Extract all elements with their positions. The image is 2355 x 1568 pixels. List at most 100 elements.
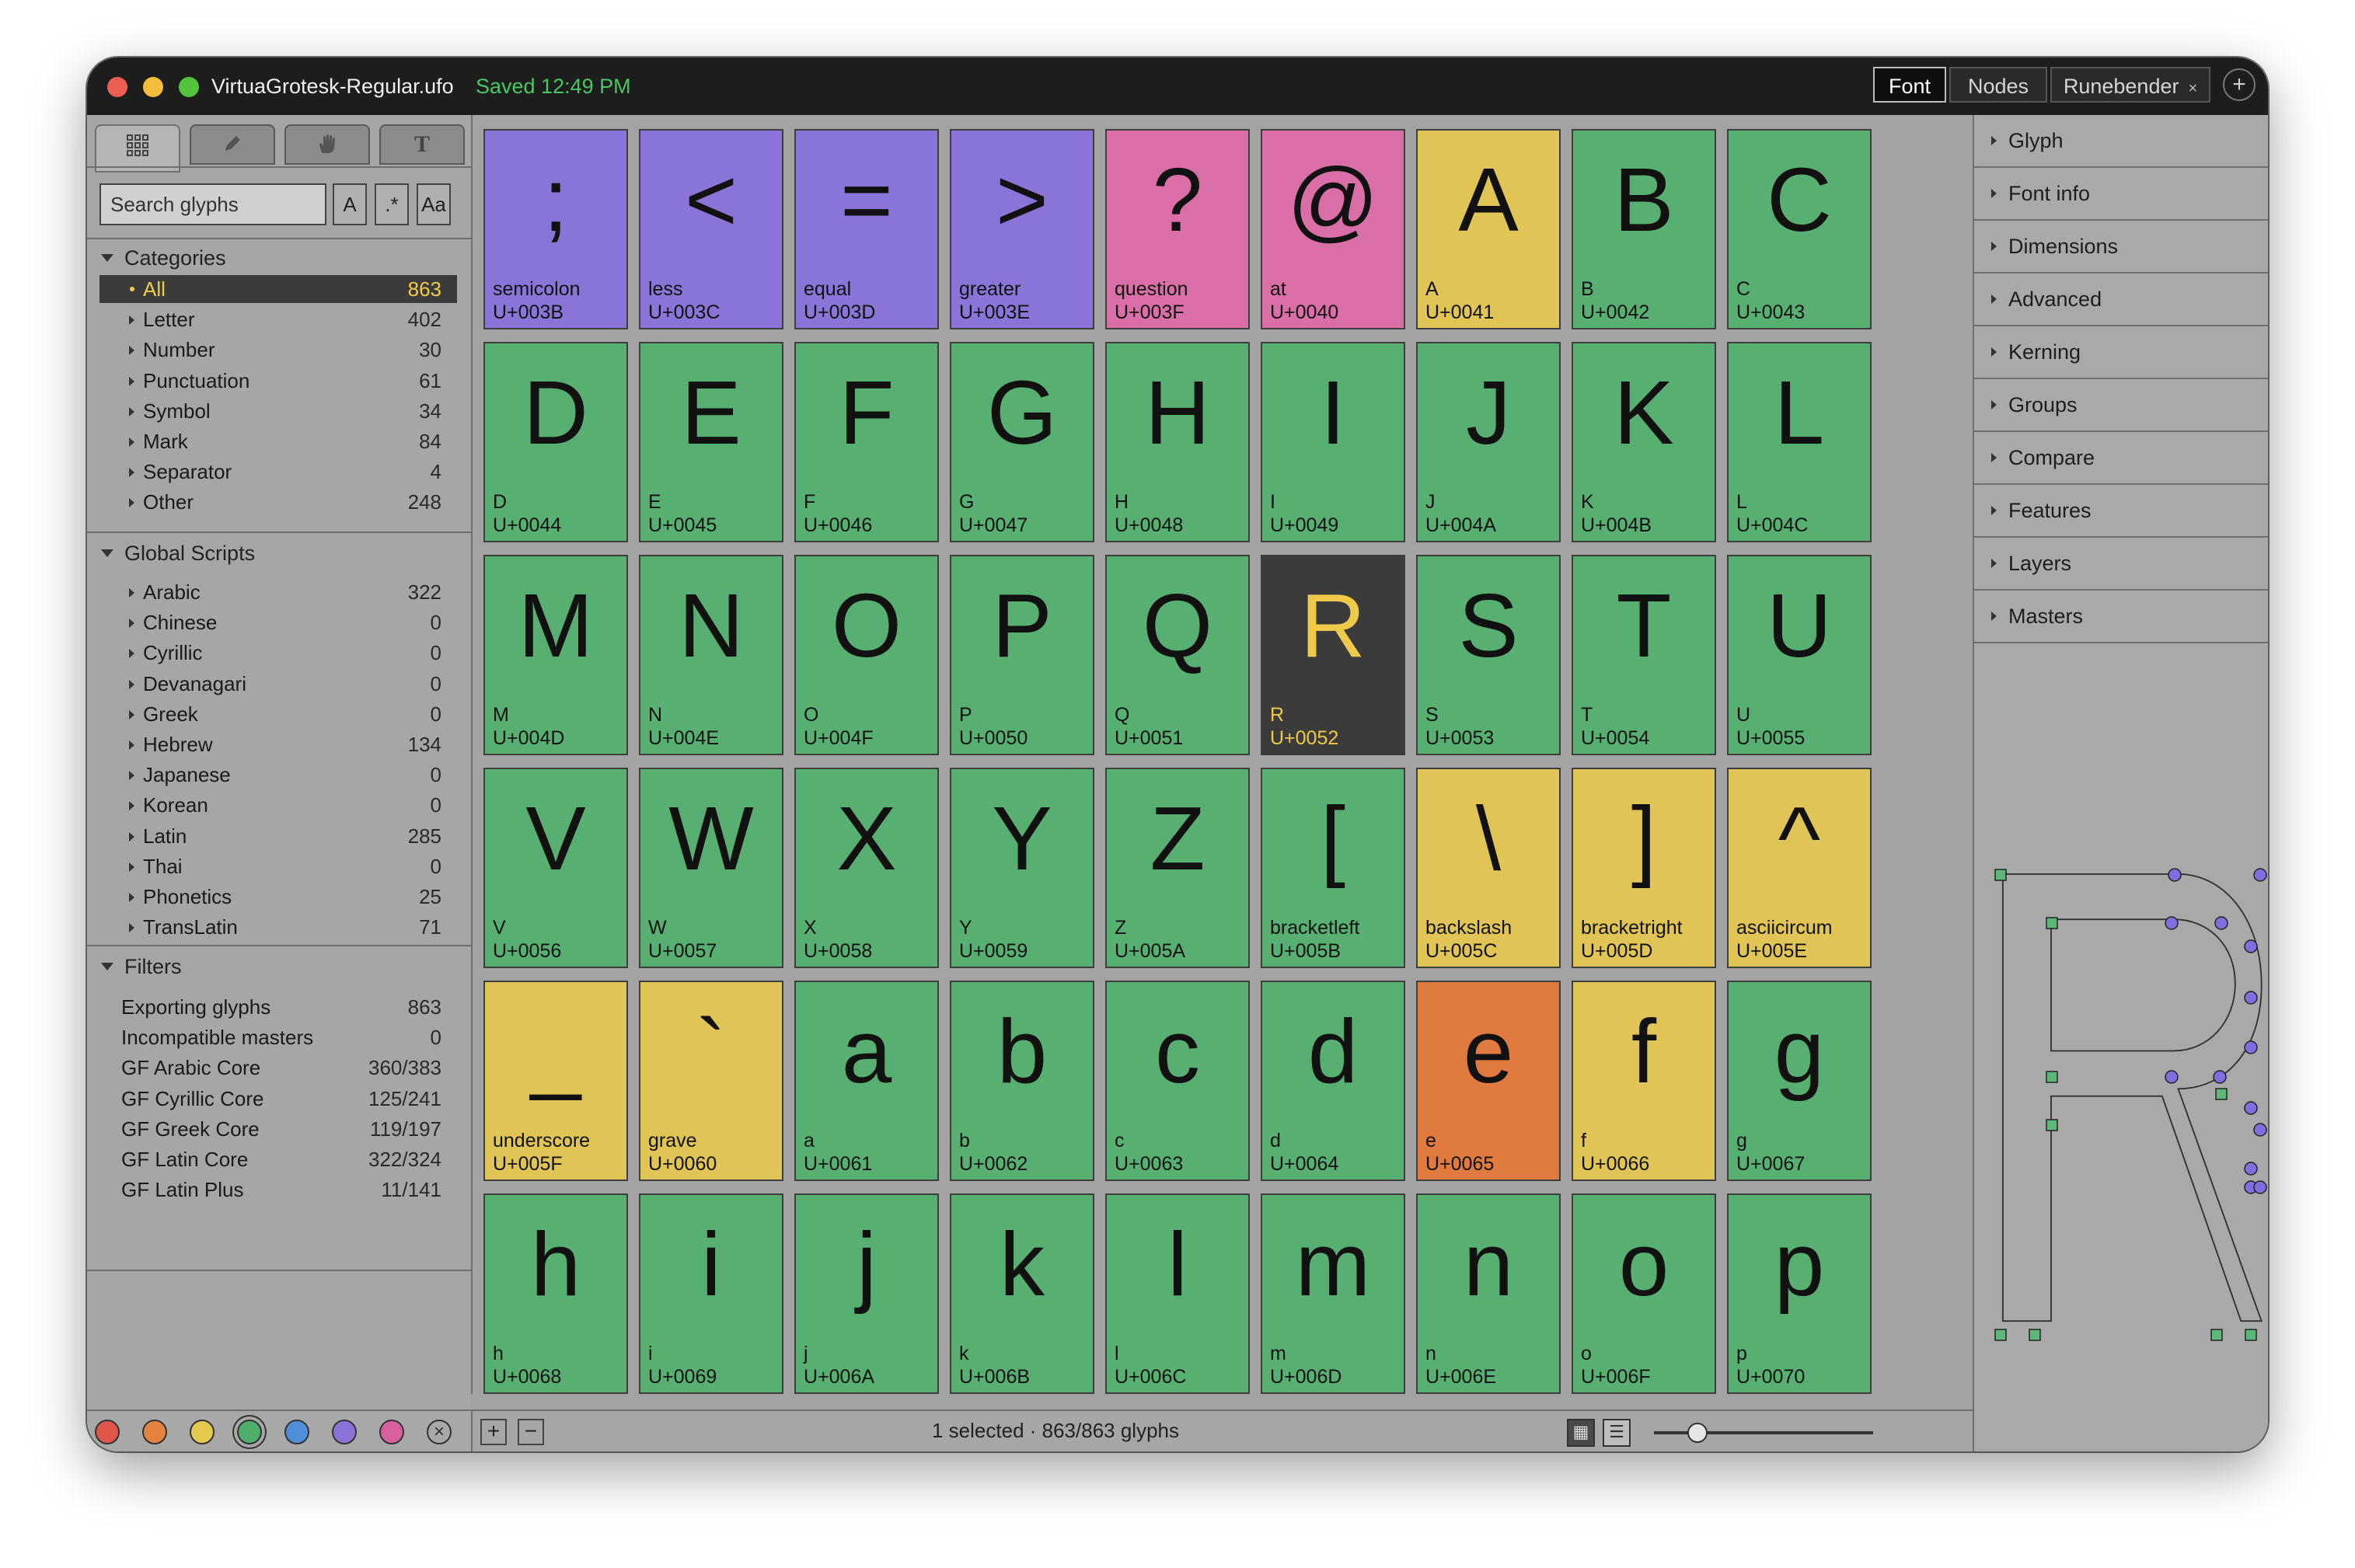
minimize-window-button[interactable] (143, 77, 163, 97)
glyph-cell[interactable]: i i U+0069 (639, 1193, 783, 1394)
off-curve-point[interactable] (2213, 1070, 2227, 1084)
glyph-cell[interactable]: W W U+0057 (639, 768, 783, 968)
new-tab-button[interactable]: + (2223, 68, 2256, 101)
glyph-cell[interactable]: T T U+0054 (1572, 555, 1716, 755)
glyph-cell[interactable]: m m U+006D (1261, 1193, 1405, 1394)
sidebar-item-cyrillic[interactable]: Cyrillic 0 (99, 639, 457, 667)
glyph-cell[interactable]: M M U+004D (483, 555, 628, 755)
sidebar-item-devanagari[interactable]: Devanagari 0 (99, 670, 457, 698)
glyph-cell[interactable]: ` grave U+0060 (639, 981, 783, 1181)
sidebar-item-all[interactable]: All 863 (99, 275, 457, 303)
close-window-button[interactable] (107, 77, 127, 97)
color-swatch[interactable] (379, 1420, 404, 1444)
color-swatch[interactable] (237, 1420, 262, 1444)
glyph-cell[interactable]: S S U+0053 (1416, 555, 1561, 755)
clear-x-icon[interactable]: × (427, 1420, 452, 1444)
glyph-cell[interactable]: E E U+0045 (639, 342, 783, 542)
glyph-cell[interactable]: P P U+0050 (950, 555, 1094, 755)
glyph-cell[interactable]: _ underscore U+005F (483, 981, 628, 1181)
glyph-cell[interactable]: ] bracketright U+005D (1572, 768, 1716, 968)
glyph-cell[interactable]: @ at U+0040 (1261, 129, 1405, 329)
color-swatch[interactable] (95, 1420, 120, 1444)
inspector-section-font-info[interactable]: Font info (1974, 168, 2268, 221)
on-curve-point[interactable] (2046, 917, 2058, 929)
glyph-cell[interactable]: U U U+0055 (1727, 555, 1872, 755)
sidebar-item-arabic[interactable]: Arabic 322 (99, 578, 457, 606)
sidebar-item-phonetics[interactable]: Phonetics 25 (99, 883, 457, 911)
search-option-case[interactable]: A (333, 183, 367, 225)
color-swatch[interactable] (332, 1420, 357, 1444)
glyph-cell[interactable]: a a U+0061 (794, 981, 939, 1181)
sidebar-item-symbol[interactable]: Symbol 34 (99, 397, 457, 425)
sidebar-item-latin[interactable]: Latin 285 (99, 822, 457, 850)
glyph-cell[interactable]: \ backslash U+005C (1416, 768, 1561, 968)
on-curve-point[interactable] (1994, 1329, 2007, 1341)
glyph-cell[interactable]: < less U+003C (639, 129, 783, 329)
sidebar-item-separator[interactable]: Separator 4 (99, 458, 457, 486)
off-curve-point[interactable] (2214, 916, 2228, 930)
glyph-cell[interactable]: Q Q U+0051 (1105, 555, 1250, 755)
sidebar-item-translatin[interactable]: TransLatin 71 (99, 913, 457, 941)
glyph-cell[interactable]: I I U+0049 (1261, 342, 1405, 542)
filters-header[interactable]: Filters (101, 953, 182, 981)
sidebar-item-greek[interactable]: Greek 0 (99, 700, 457, 728)
glyph-cell[interactable]: K K U+004B (1572, 342, 1716, 542)
sidebar-item-gf-arabic-core[interactable]: GF Arabic Core 360/383 (99, 1054, 457, 1082)
glyph-cell[interactable]: ? question U+003F (1105, 129, 1250, 329)
glyph-cell[interactable]: = equal U+003D (794, 129, 939, 329)
glyph-cell[interactable]: G G U+0047 (950, 342, 1094, 542)
zoom-slider-thumb[interactable] (1687, 1423, 1708, 1443)
glyph-cell[interactable]: H H U+0048 (1105, 342, 1250, 542)
glyph-cell[interactable]: ^ asciicircum U+005E (1727, 768, 1872, 968)
inspector-section-compare[interactable]: Compare (1974, 432, 2268, 485)
scripts-header[interactable]: Global Scripts (101, 539, 255, 567)
on-curve-point[interactable] (2046, 1071, 2058, 1083)
off-curve-point[interactable] (2165, 1070, 2179, 1084)
tool-tab-pencil[interactable] (190, 124, 275, 165)
glyph-cell[interactable]: O O U+004F (794, 555, 939, 755)
grid-view-button[interactable]: ▦ (1567, 1419, 1595, 1447)
glyph-cell[interactable]: Y Y U+0059 (950, 768, 1094, 968)
sidebar-item-gf-latin-core[interactable]: GF Latin Core 322/324 (99, 1145, 457, 1173)
on-curve-point[interactable] (2046, 1119, 2058, 1131)
off-curve-point[interactable] (2253, 1123, 2267, 1137)
glyph-outline-preview[interactable] (1990, 861, 2268, 1350)
glyph-cell[interactable]: A A U+0041 (1416, 129, 1561, 329)
glyph-cell[interactable]: o o U+006F (1572, 1193, 1716, 1394)
off-curve-point[interactable] (2244, 1101, 2258, 1115)
glyph-cell[interactable]: L L U+004C (1727, 342, 1872, 542)
color-swatch[interactable] (284, 1420, 309, 1444)
tab-runebender[interactable]: Runebender × (2050, 67, 2210, 103)
tool-tab-hand[interactable] (284, 124, 370, 165)
glyph-cell[interactable]: N N U+004E (639, 555, 783, 755)
search-input[interactable]: Search glyphs (99, 183, 326, 225)
glyph-cell[interactable]: b b U+0062 (950, 981, 1094, 1181)
inspector-section-advanced[interactable]: Advanced (1974, 274, 2268, 326)
glyph-cell[interactable]: p p U+0070 (1727, 1193, 1872, 1394)
glyph-cell[interactable]: > greater U+003E (950, 129, 1094, 329)
list-view-button[interactable]: ☰ (1603, 1419, 1631, 1447)
sidebar-item-hebrew[interactable]: Hebrew 134 (99, 730, 457, 758)
categories-header[interactable]: Categories (101, 244, 226, 272)
inspector-section-dimensions[interactable]: Dimensions (1974, 221, 2268, 274)
off-curve-point[interactable] (2244, 1040, 2258, 1054)
glyph-cell[interactable]: C C U+0043 (1727, 129, 1872, 329)
glyph-cell[interactable]: n n U+006E (1416, 1193, 1561, 1394)
tab-nodes[interactable]: Nodes (1949, 67, 2047, 103)
inspector-section-masters[interactable]: Masters (1974, 591, 2268, 643)
search-option-regex[interactable]: .* (375, 183, 409, 225)
glyph-cell[interactable]: F F U+0046 (794, 342, 939, 542)
on-curve-point[interactable] (2210, 1329, 2223, 1341)
glyph-cell[interactable]: c c U+0063 (1105, 981, 1250, 1181)
glyph-cell[interactable]: f f U+0066 (1572, 981, 1716, 1181)
sidebar-item-chinese[interactable]: Chinese 0 (99, 608, 457, 636)
glyph-cell[interactable]: D D U+0044 (483, 342, 628, 542)
glyph-cell[interactable]: J J U+004A (1416, 342, 1561, 542)
glyph-cell[interactable]: ; semicolon U+003B (483, 129, 628, 329)
glyph-cell[interactable]: l l U+006C (1105, 1193, 1250, 1394)
sidebar-item-exporting-glyphs[interactable]: Exporting glyphs 863 (99, 993, 457, 1021)
search-option-match-case[interactable]: Aa (417, 183, 451, 225)
zoom-slider[interactable] (1654, 1431, 1873, 1434)
glyph-cell[interactable]: R R U+0052 (1261, 555, 1405, 755)
on-curve-point[interactable] (2029, 1329, 2041, 1341)
